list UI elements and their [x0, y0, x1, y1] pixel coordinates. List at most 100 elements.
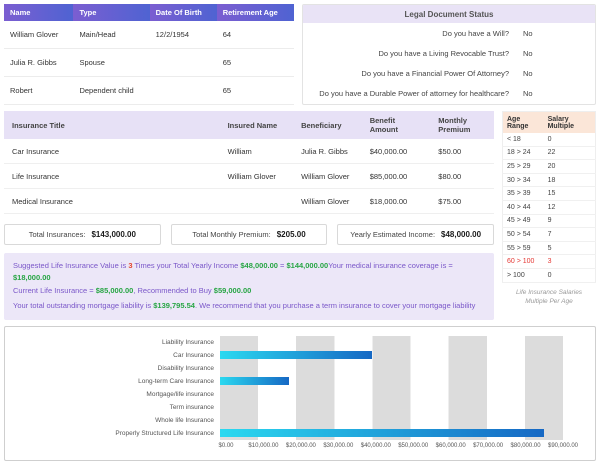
- legal-panel-title: Legal Document Status: [303, 5, 595, 23]
- age-range-cell: 30 > 34: [503, 173, 544, 187]
- salary-multiple-cell: 20: [544, 160, 596, 174]
- member-cell: 65: [217, 77, 294, 105]
- age-row: 40 > 4412: [503, 200, 596, 214]
- insurance-table-body: Car InsuranceWilliamJulia R. Gibbs$40,00…: [4, 139, 494, 214]
- salary-multiple-header: Salary Multiple: [544, 112, 596, 134]
- insurance-section: Insurance Title Insured Name Beneficiary…: [4, 111, 494, 320]
- total-insurances-label: Total Insurances:: [29, 230, 86, 239]
- insurance-header-benefit: Benefit Amount: [362, 111, 431, 139]
- age-range-cell: 50 > 54: [503, 228, 544, 242]
- members-header-type: Type: [73, 4, 149, 21]
- chart-tick-label: $0.00: [218, 443, 233, 449]
- member-cell: [150, 77, 217, 105]
- chart-track: [220, 349, 563, 362]
- legal-item: Do you have a Durable Power of attorney …: [303, 83, 595, 103]
- chart-track: [220, 362, 563, 375]
- age-range-cell: > 100: [503, 268, 544, 282]
- age-range-cell: 45 > 49: [503, 214, 544, 228]
- legal-answer: No: [509, 29, 587, 38]
- insurance-table: Insurance Title Insured Name Beneficiary…: [4, 111, 494, 214]
- chart-row: Properly Structured Life Insurance: [15, 427, 585, 440]
- chart-track: [220, 375, 563, 388]
- chart-tick-label: $20,000.00: [286, 443, 316, 449]
- salary-multiple-cell: 0: [544, 268, 596, 282]
- insurance-cell: William Glover: [220, 164, 294, 189]
- insurance-row[interactable]: Medical InsuranceWilliam Glover$18,000.0…: [4, 189, 494, 214]
- chart-tick-label: $70,000.00: [473, 443, 503, 449]
- chart-tick-label: $90,000.00: [548, 443, 578, 449]
- top-row: Name Type Date Of Birth Retirement Age W…: [4, 4, 596, 105]
- totals-row: Total Insurances: $143,000.00 Total Mont…: [4, 224, 494, 245]
- legal-question: Do you have a Financial Power Of Attorne…: [311, 69, 509, 78]
- insurance-row[interactable]: Life InsuranceWilliam GloverWilliam Glov…: [4, 164, 494, 189]
- insurance-cell: Life Insurance: [4, 164, 220, 189]
- chart-tick-label: $80,000.00: [511, 443, 541, 449]
- chart-category-label: Long-term Care Insurance: [15, 378, 220, 385]
- recommendation-text: , Recommended to Buy: [133, 286, 213, 295]
- age-range-cell: 35 > 39: [503, 187, 544, 201]
- age-table-header-row: Age Range Salary Multiple: [503, 112, 596, 134]
- recommended-buy-amount: $59,000.00: [214, 286, 252, 295]
- salary-multiple-cell: 0: [544, 133, 596, 146]
- insurance-row[interactable]: Car InsuranceWilliamJulia R. Gibbs$40,00…: [4, 139, 494, 164]
- age-row: 50 > 547: [503, 228, 596, 242]
- chart-row: Disability Insurance: [15, 362, 585, 375]
- member-cell: 65: [217, 49, 294, 77]
- age-row: < 180: [503, 133, 596, 146]
- age-range-header: Age Range: [503, 112, 544, 134]
- chart-category-label: Mortgage/life insurance: [15, 391, 220, 398]
- insurance-cell: Car Insurance: [4, 139, 220, 164]
- age-row: 60 > 1003: [503, 255, 596, 269]
- insurance-cell: $85,000.00: [362, 164, 431, 189]
- member-cell: [150, 49, 217, 77]
- insurance-cell: [220, 189, 294, 214]
- chart-bar: [220, 377, 289, 385]
- legal-question: Do you have a Living Revocable Trust?: [311, 49, 509, 58]
- age-table-caption: Life Insurance Salaries Multiple Per Age: [502, 288, 596, 308]
- member-cell: Main/Head: [73, 21, 149, 49]
- chart-row: Long-term Care Insurance: [15, 375, 585, 388]
- member-row[interactable]: Julia R. GibbsSpouse65: [4, 49, 294, 77]
- total-monthly-premium-box: Total Monthly Premium: $205.00: [171, 224, 328, 245]
- legal-answer: No: [509, 49, 587, 58]
- insurance-cell: $75.00: [430, 189, 494, 214]
- recommendation-line-3: Your total outstanding mortgage liabilit…: [13, 300, 485, 312]
- insurance-cell: $50.00: [430, 139, 494, 164]
- chart-bar: [220, 429, 544, 437]
- chart-category-label: Liability Insurance: [15, 339, 220, 346]
- recommendation-text: Your total outstanding mortgage liabilit…: [13, 301, 153, 310]
- chart-category-label: Properly Structured Life Insurance: [15, 430, 220, 437]
- age-range-cell: 55 > 59: [503, 241, 544, 255]
- legal-item: Do you have a Financial Power Of Attorne…: [303, 63, 595, 83]
- chart-row: Liability Insurance: [15, 336, 585, 349]
- yearly-estimated-income-box: Yearly Estimated Income: $48,000.00: [337, 224, 494, 245]
- member-row[interactable]: RobertDependent child65: [4, 77, 294, 105]
- members-header-retirement-age: Retirement Age: [217, 4, 294, 21]
- salary-multiple-cell: 12: [544, 200, 596, 214]
- age-row: 35 > 3915: [503, 187, 596, 201]
- chart-row: Car Insurance: [15, 349, 585, 362]
- age-range-cell: 18 > 24: [503, 146, 544, 160]
- insurance-cell: William Glover: [293, 164, 362, 189]
- member-cell: 12/2/1954: [150, 21, 217, 49]
- current-life-insurance-amount: $85,000.00: [96, 286, 134, 295]
- salary-multiple-cell: 15: [544, 187, 596, 201]
- chart-bar: [220, 351, 372, 359]
- insurance-header-row: Insurance Title Insured Name Beneficiary…: [4, 111, 494, 139]
- age-table-body: < 18018 > 242225 > 292030 > 341835 > 391…: [503, 133, 596, 282]
- salary-multiple-cell: 7: [544, 228, 596, 242]
- recommendation-text: Current Life Insurance =: [13, 286, 96, 295]
- mortgage-liability-amount: $139,795.54: [153, 301, 195, 310]
- age-row: 30 > 3418: [503, 173, 596, 187]
- member-cell: Spouse: [73, 49, 149, 77]
- salary-multiple-cell: 3: [544, 255, 596, 269]
- chart-track: [220, 414, 563, 427]
- chart-category-label: Car Insurance: [15, 352, 220, 359]
- member-row[interactable]: William GloverMain/Head12/2/195464: [4, 21, 294, 49]
- chart-tick-label: $60,000.00: [436, 443, 466, 449]
- yearly-estimated-income-value: $48,000.00: [441, 230, 481, 239]
- member-cell: William Glover: [4, 21, 73, 49]
- salary-multiple-section: Age Range Salary Multiple < 18018 > 2422…: [502, 111, 596, 320]
- recommendation-text: Your medical insurance coverage is =: [328, 261, 453, 270]
- members-header-name: Name: [4, 4, 73, 21]
